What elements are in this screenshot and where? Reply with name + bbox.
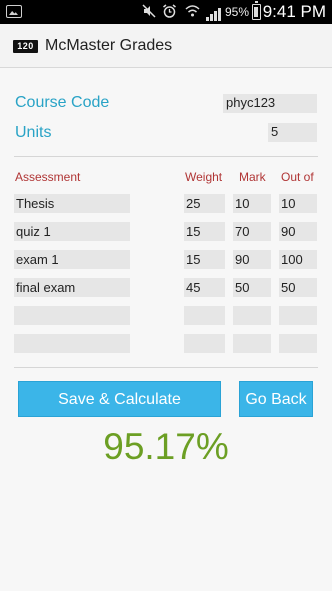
out-of-input[interactable]: 100 [279, 250, 317, 269]
out-of-input[interactable] [279, 306, 317, 325]
weight-input[interactable]: 25 [184, 194, 225, 213]
assessment-input[interactable] [14, 306, 130, 325]
out-of-input[interactable]: 10 [279, 194, 317, 213]
status-bar: 95% 9:41 PM [0, 0, 332, 24]
course-code-label: Course Code [15, 94, 110, 111]
mark-input[interactable]: 70 [233, 222, 271, 241]
header-weight: Weight [185, 170, 223, 184]
units-label: Units [15, 124, 52, 141]
app-title: McMaster Grades [45, 37, 173, 54]
divider [14, 367, 318, 368]
mark-input[interactable]: 10 [233, 194, 271, 213]
mark-input[interactable]: 50 [233, 278, 271, 297]
wifi-icon [185, 4, 200, 20]
units-field[interactable]: 5 [268, 123, 317, 142]
go-back-button[interactable]: Go Back [239, 381, 313, 417]
header-assessment: Assessment [15, 170, 81, 184]
mute-icon [142, 4, 156, 20]
mark-input[interactable]: 90 [233, 250, 271, 269]
signal-icon [206, 5, 222, 21]
action-bar: 120 McMaster Grades [0, 24, 332, 68]
grade-result: 95.17% [103, 426, 229, 467]
clock: 9:41 PM [262, 2, 326, 21]
weight-input[interactable]: 15 [184, 250, 225, 269]
battery-percent: 95% [225, 5, 250, 19]
out-of-input[interactable] [279, 334, 317, 353]
assessment-input[interactable]: exam 1 [14, 250, 130, 269]
alarm-icon [162, 4, 177, 20]
weight-input[interactable]: 45 [184, 278, 225, 297]
weight-input[interactable] [184, 334, 225, 353]
out-of-input[interactable]: 50 [279, 278, 317, 297]
out-of-input[interactable]: 90 [279, 222, 317, 241]
divider [14, 156, 318, 157]
assessment-input[interactable]: Thesis [14, 194, 130, 213]
battery-icon [252, 1, 261, 20]
save-calculate-button[interactable]: Save & Calculate [18, 381, 221, 417]
weight-input[interactable] [184, 306, 225, 325]
header-out-of: Out of [281, 170, 314, 184]
weight-input[interactable]: 15 [184, 222, 225, 241]
assessment-input[interactable] [14, 334, 130, 353]
course-code-field[interactable]: phyc123 [223, 94, 317, 113]
mark-input[interactable] [233, 306, 271, 325]
app-logo-icon: 120 [13, 40, 38, 53]
picture-icon [6, 5, 22, 18]
assessment-input[interactable]: final exam [14, 278, 130, 297]
header-mark: Mark [239, 170, 266, 184]
assessment-input[interactable]: quiz 1 [14, 222, 130, 241]
mark-input[interactable] [233, 334, 271, 353]
